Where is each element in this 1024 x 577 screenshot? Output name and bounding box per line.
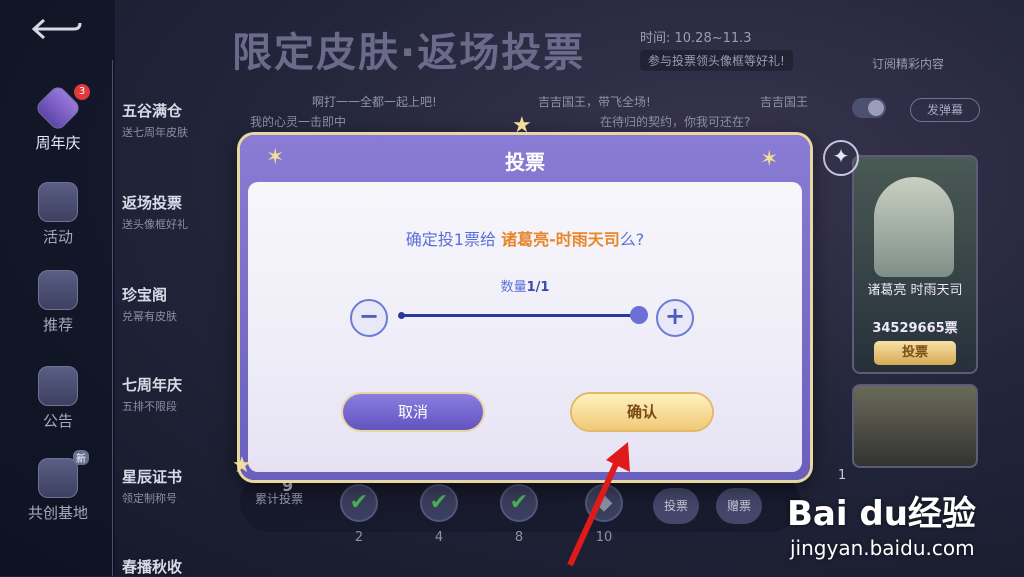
star-icon: ✶ [266, 145, 285, 170]
page-title: 限定皮肤·返场投票 [232, 30, 586, 76]
gift-icon [38, 182, 78, 222]
milestone-label: 4 [434, 530, 444, 545]
quantity-slider[interactable] [400, 314, 638, 317]
skin-card[interactable]: 诸葛亮 时雨天司 34529665票 投票 [852, 155, 978, 374]
divider [112, 60, 113, 576]
flame-icon [38, 270, 78, 310]
sparkle-icon: ✦ [823, 140, 859, 176]
submenu-desc: 送头像框好礼 [122, 218, 188, 231]
nav-item-activity[interactable]: 活动 [18, 182, 98, 247]
quantity-text: 数量 [500, 280, 527, 295]
bottom-vote-button[interactable]: 投票 [653, 488, 699, 524]
event-time: 时间: 10.28~11.3 [640, 31, 752, 46]
notification-badge: 3 [74, 84, 90, 100]
increase-button[interactable]: + [656, 299, 694, 337]
nav-label: 周年庆 [35, 134, 81, 152]
decrease-button[interactable]: − [350, 299, 388, 337]
vote-dialog: 投票 ✶ ✶ ★ 确定投1票给 诸葛亮-时雨天司么? 数量1/1 − + 取消 … [232, 113, 810, 480]
submenu-item-vote[interactable]: 返场投票 送头像框好礼 [122, 192, 232, 232]
submenu-item-treasure[interactable]: 珍宝阁 兑幂有皮肤 [122, 284, 232, 324]
cocreate-icon [38, 458, 78, 498]
submenu-desc: 送七周年皮肤 [122, 126, 188, 139]
submenu-title: 星辰证书 [122, 468, 183, 486]
notice-icon [38, 366, 78, 406]
submenu-item-anniversary[interactable]: 七周年庆 五排不限段 [122, 374, 232, 414]
submenu-title: 春播秋收 [122, 558, 183, 576]
submenu-title: 五谷满仓 [122, 102, 183, 120]
star-icon: ★ [512, 113, 532, 138]
slider-start-dot [398, 312, 405, 319]
milestone-check-icon[interactable]: ✔ [420, 484, 458, 522]
subscribe-link[interactable]: 订阅精彩内容 [872, 55, 944, 72]
gift-vote-button[interactable]: 赠票 [716, 488, 762, 524]
quantity-value: 1/1 [526, 280, 550, 295]
milestone-check-icon[interactable]: ✔ [500, 484, 538, 522]
nav-item-cocreate[interactable]: 新 共创基地 [18, 450, 98, 523]
submenu-item-spring[interactable]: 春播秋收 [122, 556, 232, 577]
submenu-desc: 兑幂有皮肤 [122, 310, 177, 323]
danmu-toggle[interactable] [852, 98, 886, 118]
nav-label: 共创基地 [27, 504, 88, 522]
submenu-title: 返场投票 [122, 194, 183, 212]
nav-item-anniversary[interactable]: 3 周年庆 [18, 83, 98, 153]
submenu-desc: 领定制称号 [122, 492, 177, 505]
submenu-item-harvest[interactable]: 五谷满仓 送七周年皮肤 [122, 100, 232, 140]
card-vote-button[interactable]: 投票 [874, 341, 956, 365]
watermark-logo: Bai du经验 [787, 494, 976, 534]
nav-label: 推荐 [42, 316, 73, 334]
submenu-desc: 五排不限段 [122, 400, 177, 413]
hero-portrait [874, 177, 954, 277]
danmu-text: 啊打一一全都一起上吧! [312, 95, 437, 109]
question-prefix: 确定投1票给 [405, 230, 496, 249]
submenu-title: 珍宝阁 [122, 286, 168, 304]
milestone-label: 2 [354, 530, 364, 545]
danmu-text: 在待归的契约，你我可还在? [600, 115, 751, 129]
new-tag: 新 [73, 450, 89, 465]
cancel-button[interactable]: 取消 [343, 394, 483, 430]
star-icon: ✶ [760, 147, 779, 172]
dialog-title: 投票 [505, 150, 545, 174]
send-danmu-button[interactable]: 发弹幕 [910, 98, 980, 122]
reward-tip: 参与投票领头像框等好礼! [640, 50, 793, 71]
skin-card-2[interactable] [852, 384, 978, 468]
skin-name: 诸葛亮 时雨天司 [867, 283, 963, 298]
milestone-check-icon[interactable]: ✔ [340, 484, 378, 522]
submenu-title: 七周年庆 [122, 376, 183, 394]
submenu-item-certificate[interactable]: 星辰证书 领定制称号 [122, 466, 232, 506]
question-target: 诸葛亮-时雨天司 [501, 230, 620, 249]
nav-item-notice[interactable]: 公告 [18, 366, 98, 431]
nav-label: 公告 [42, 412, 73, 430]
question-suffix: 么? [619, 230, 645, 249]
danmu-text: 我的心灵一击即中 [250, 115, 347, 129]
slider-knob[interactable] [630, 306, 648, 324]
mini-value: 1 [838, 468, 847, 483]
annotation-arrow-icon [567, 442, 630, 567]
left-nav: 3 周年庆 活动 推荐 公告 新 共创基地 [0, 0, 115, 576]
confirm-button[interactable]: 确认 [572, 394, 712, 430]
back-icon[interactable] [30, 18, 82, 40]
star-icon: ★ [232, 453, 252, 478]
confirm-question: 确定投1票给 诸葛亮-时雨天司么? [248, 226, 802, 250]
danmu-text: 吉吉国王，带飞全场! [538, 95, 651, 109]
dialog-body: 确定投1票给 诸葛亮-时雨天司么? 数量1/1 − + 取消 确认 [248, 182, 802, 472]
quantity-label: 数量1/1 [248, 276, 802, 295]
nav-label: 活动 [42, 228, 73, 246]
nav-item-recommend[interactable]: 推荐 [18, 270, 98, 335]
watermark-url: jingyan.baidu.com [790, 536, 975, 560]
milestone-label: 8 [514, 530, 524, 545]
danmu-text: 吉吉国王 [760, 95, 809, 109]
cumulative-label: 累计投票 [255, 492, 304, 506]
vote-count: 34529665票 [872, 321, 958, 336]
